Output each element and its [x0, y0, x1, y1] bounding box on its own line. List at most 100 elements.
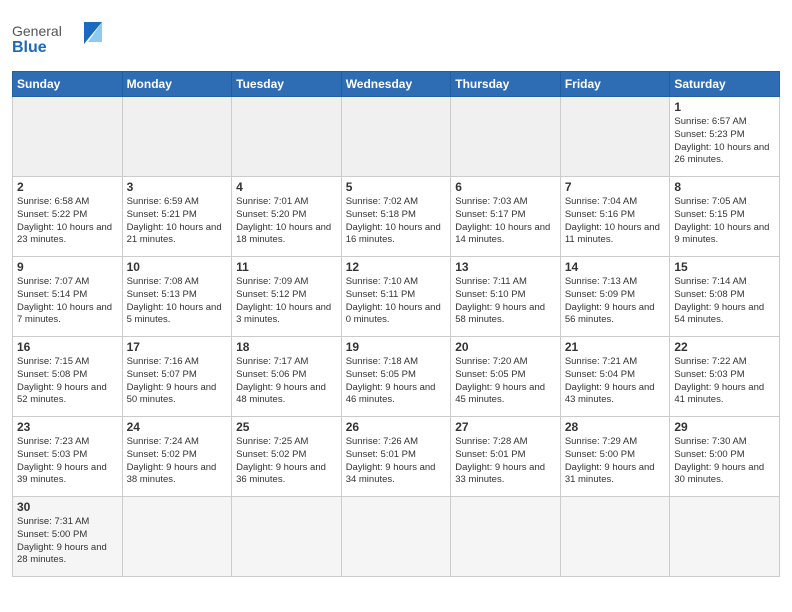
calendar-day: 2 Sunrise: 6:58 AM Sunset: 5:22 PM Daylig… [13, 177, 123, 257]
calendar-header: SundayMondayTuesdayWednesdayThursdayFrid… [13, 72, 780, 97]
day-info: Sunrise: 7:31 AM Sunset: 5:00 PM Dayligh… [17, 516, 118, 567]
day-number: 12 [346, 260, 447, 274]
day-info: Sunrise: 7:03 AM Sunset: 5:17 PM Dayligh… [455, 196, 556, 247]
day-info: Sunrise: 7:13 AM Sunset: 5:09 PM Dayligh… [565, 276, 666, 327]
calendar-day: 16Sunrise: 7:15 AM Sunset: 5:08 PM Dayli… [13, 337, 123, 417]
day-info: Sunrise: 7:15 AM Sunset: 5:08 PM Dayligh… [17, 356, 118, 407]
day-info: Sunrise: 7:04 AM Sunset: 5:16 PM Dayligh… [565, 196, 666, 247]
day-info: Sunrise: 7:02 AM Sunset: 5:18 PM Dayligh… [346, 196, 447, 247]
day-number: 17 [127, 340, 228, 354]
day-number: 2 [17, 180, 118, 194]
calendar-day: 19Sunrise: 7:18 AM Sunset: 5:05 PM Dayli… [341, 337, 451, 417]
calendar-day [341, 497, 451, 577]
day-number: 7 [565, 180, 666, 194]
day-info: Sunrise: 7:24 AM Sunset: 5:02 PM Dayligh… [127, 436, 228, 487]
calendar-day [122, 97, 232, 177]
day-number: 22 [674, 340, 775, 354]
day-info: Sunrise: 7:23 AM Sunset: 5:03 PM Dayligh… [17, 436, 118, 487]
day-info: Sunrise: 7:11 AM Sunset: 5:10 PM Dayligh… [455, 276, 556, 327]
calendar-day [13, 97, 123, 177]
day-info: Sunrise: 7:17 AM Sunset: 5:06 PM Dayligh… [236, 356, 337, 407]
day-number: 13 [455, 260, 556, 274]
day-number: 29 [674, 420, 775, 434]
day-info: Sunrise: 7:08 AM Sunset: 5:13 PM Dayligh… [127, 276, 228, 327]
day-number: 11 [236, 260, 337, 274]
day-info: Sunrise: 7:20 AM Sunset: 5:05 PM Dayligh… [455, 356, 556, 407]
calendar-day: 5Sunrise: 7:02 AM Sunset: 5:18 PM Daylig… [341, 177, 451, 257]
calendar-day [122, 497, 232, 577]
calendar-day: 6 Sunrise: 7:03 AM Sunset: 5:17 PM Daylig… [451, 177, 561, 257]
calendar-week-4: 16Sunrise: 7:15 AM Sunset: 5:08 PM Dayli… [13, 337, 780, 417]
day-info: Sunrise: 7:22 AM Sunset: 5:03 PM Dayligh… [674, 356, 775, 407]
day-info: Sunrise: 7:21 AM Sunset: 5:04 PM Dayligh… [565, 356, 666, 407]
calendar-day: 10 Sunrise: 7:08 AM Sunset: 5:13 PM Dayli… [122, 257, 232, 337]
calendar-day: 9Sunrise: 7:07 AM Sunset: 5:14 PM Daylig… [13, 257, 123, 337]
calendar-week-5: 23 Sunrise: 7:23 AM Sunset: 5:03 PM Dayli… [13, 417, 780, 497]
calendar-day: 24 Sunrise: 7:24 AM Sunset: 5:02 PM Dayli… [122, 417, 232, 497]
calendar-day: 7 Sunrise: 7:04 AM Sunset: 5:16 PM Daylig… [560, 177, 670, 257]
calendar-day [232, 497, 342, 577]
header: General Blue [12, 10, 780, 63]
day-number: 20 [455, 340, 556, 354]
calendar-week-6: 30Sunrise: 7:31 AM Sunset: 5:00 PM Dayli… [13, 497, 780, 577]
day-info: Sunrise: 6:58 AM Sunset: 5:22 PM Dayligh… [17, 196, 118, 247]
day-info: Sunrise: 7:30 AM Sunset: 5:00 PM Dayligh… [674, 436, 775, 487]
weekday-header-thursday: Thursday [451, 72, 561, 97]
day-info: Sunrise: 7:14 AM Sunset: 5:08 PM Dayligh… [674, 276, 775, 327]
calendar-week-2: 2 Sunrise: 6:58 AM Sunset: 5:22 PM Daylig… [13, 177, 780, 257]
calendar-day: 25Sunrise: 7:25 AM Sunset: 5:02 PM Dayli… [232, 417, 342, 497]
day-info: Sunrise: 7:28 AM Sunset: 5:01 PM Dayligh… [455, 436, 556, 487]
weekday-header-saturday: Saturday [670, 72, 780, 97]
logo: General Blue [12, 14, 112, 63]
calendar-day: 3 Sunrise: 6:59 AM Sunset: 5:21 PM Daylig… [122, 177, 232, 257]
day-number: 9 [17, 260, 118, 274]
day-info: Sunrise: 7:09 AM Sunset: 5:12 PM Dayligh… [236, 276, 337, 327]
calendar-day: 8 Sunrise: 7:05 AM Sunset: 5:15 PM Daylig… [670, 177, 780, 257]
day-number: 6 [455, 180, 556, 194]
day-number: 8 [674, 180, 775, 194]
calendar-day: 13 Sunrise: 7:11 AM Sunset: 5:10 PM Dayli… [451, 257, 561, 337]
weekday-header-wednesday: Wednesday [341, 72, 451, 97]
calendar-day: 17 Sunrise: 7:16 AM Sunset: 5:07 PM Dayli… [122, 337, 232, 417]
calendar-day: 4Sunrise: 7:01 AM Sunset: 5:20 PM Daylig… [232, 177, 342, 257]
day-info: Sunrise: 7:05 AM Sunset: 5:15 PM Dayligh… [674, 196, 775, 247]
calendar-week-1: 1Sunrise: 6:57 AM Sunset: 5:23 PM Daylig… [13, 97, 780, 177]
logo-text: General Blue [12, 14, 112, 63]
day-info: Sunrise: 7:25 AM Sunset: 5:02 PM Dayligh… [236, 436, 337, 487]
day-info: Sunrise: 7:16 AM Sunset: 5:07 PM Dayligh… [127, 356, 228, 407]
svg-text:Blue: Blue [12, 39, 47, 56]
day-info: Sunrise: 7:26 AM Sunset: 5:01 PM Dayligh… [346, 436, 447, 487]
calendar-day: 15Sunrise: 7:14 AM Sunset: 5:08 PM Dayli… [670, 257, 780, 337]
calendar-week-3: 9Sunrise: 7:07 AM Sunset: 5:14 PM Daylig… [13, 257, 780, 337]
day-number: 21 [565, 340, 666, 354]
calendar-body: 1Sunrise: 6:57 AM Sunset: 5:23 PM Daylig… [13, 97, 780, 577]
calendar-day: 28Sunrise: 7:29 AM Sunset: 5:00 PM Dayli… [560, 417, 670, 497]
day-number: 26 [346, 420, 447, 434]
day-number: 14 [565, 260, 666, 274]
calendar-table: SundayMondayTuesdayWednesdayThursdayFrid… [12, 71, 780, 577]
calendar-day: 12 Sunrise: 7:10 AM Sunset: 5:11 PM Dayli… [341, 257, 451, 337]
day-number: 10 [127, 260, 228, 274]
day-number: 23 [17, 420, 118, 434]
day-number: 18 [236, 340, 337, 354]
day-number: 1 [674, 100, 775, 114]
calendar-day: 20 Sunrise: 7:20 AM Sunset: 5:05 PM Dayli… [451, 337, 561, 417]
calendar-day: 29 Sunrise: 7:30 AM Sunset: 5:00 PM Dayli… [670, 417, 780, 497]
day-info: Sunrise: 7:10 AM Sunset: 5:11 PM Dayligh… [346, 276, 447, 327]
day-number: 24 [127, 420, 228, 434]
day-number: 4 [236, 180, 337, 194]
logo-svg: General Blue [12, 14, 112, 58]
day-info: Sunrise: 7:18 AM Sunset: 5:05 PM Dayligh… [346, 356, 447, 407]
calendar-day [560, 97, 670, 177]
calendar-day [451, 497, 561, 577]
calendar-day [560, 497, 670, 577]
day-number: 3 [127, 180, 228, 194]
weekday-header-tuesday: Tuesday [232, 72, 342, 97]
weekday-header-monday: Monday [122, 72, 232, 97]
day-info: Sunrise: 6:59 AM Sunset: 5:21 PM Dayligh… [127, 196, 228, 247]
calendar-day: 14 Sunrise: 7:13 AM Sunset: 5:09 PM Dayli… [560, 257, 670, 337]
calendar-day: 11 Sunrise: 7:09 AM Sunset: 5:12 PM Dayli… [232, 257, 342, 337]
svg-text:General: General [12, 23, 62, 39]
calendar-day [232, 97, 342, 177]
weekday-header-sunday: Sunday [13, 72, 123, 97]
